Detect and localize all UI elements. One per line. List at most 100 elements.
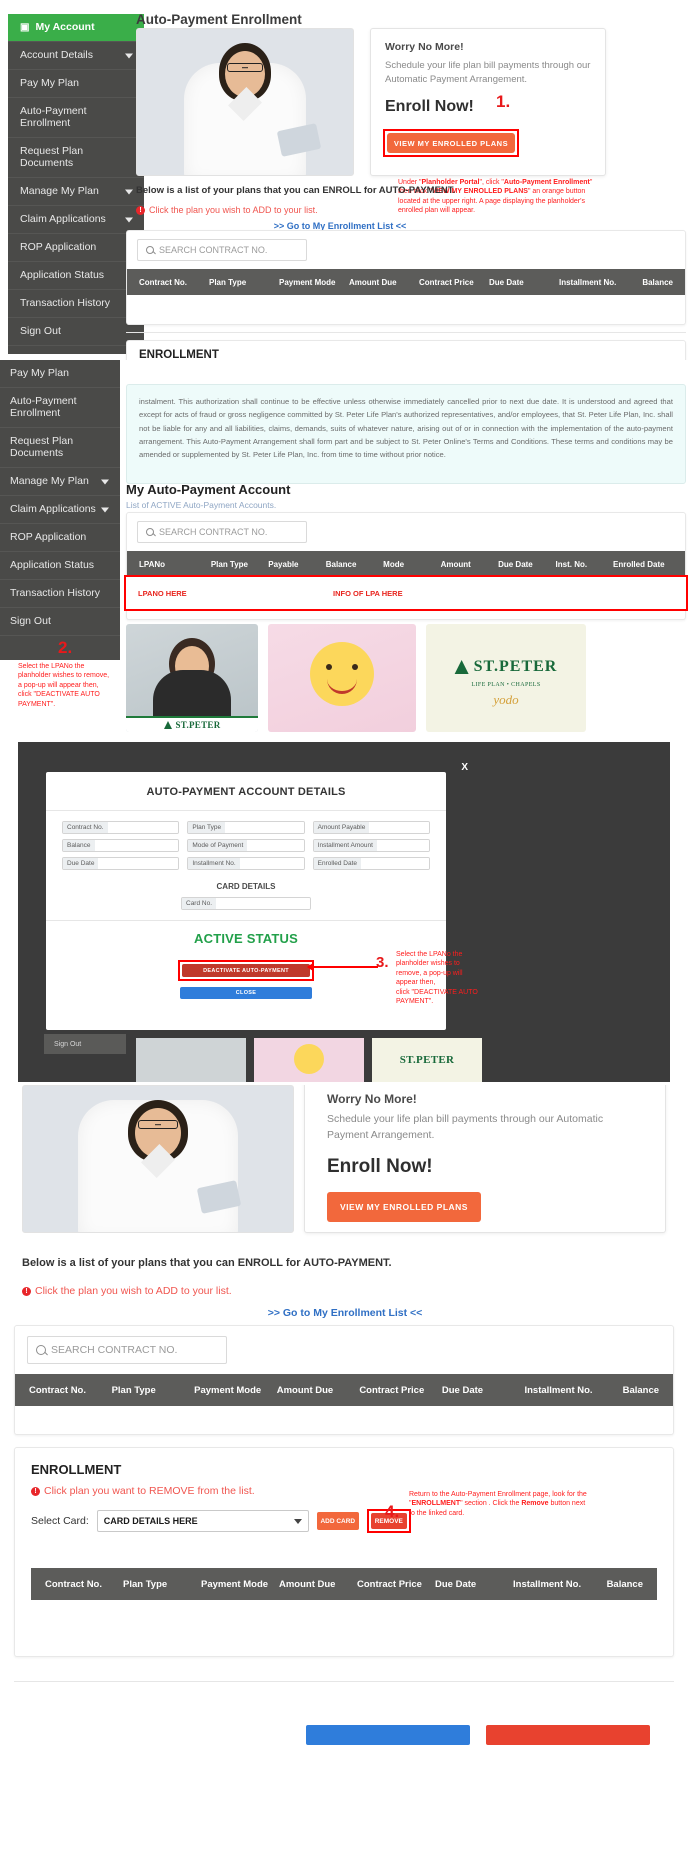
add-card-button[interactable]: ADD CARD [316,1512,359,1530]
sidebar-item-auto-payment-enrollment[interactable]: Auto-Payment Enrollment [8,98,144,138]
modal-close-x[interactable]: X [461,762,468,773]
card-select-dropdown[interactable]: CARD DETAILS HERE [96,1510,309,1532]
col-payment-mode: Payment Mode [279,277,336,287]
col-payment-mode: Payment Mode [194,1384,262,1396]
col-balance: Balance [642,277,673,287]
select-card-label: Select Card: [31,1515,89,1527]
deactivate-auto-payment-button[interactable]: DEACTIVATE AUTO-PAYMENT [182,964,310,977]
promo-cta-heading: Enroll Now! [385,97,474,115]
col-balance: Balance [325,559,357,569]
legal-terms-text: instalment. This authorization shall con… [126,384,686,484]
page-title: Auto-Payment Enrollment [136,12,302,27]
field-enrolled-date[interactable]: Enrolled Date [312,857,430,870]
sidebar-item-pay-my-plan[interactable]: Pay My Plan [8,70,144,98]
promo-body: Schedule your life plan bill payments th… [385,60,591,86]
sidebar-item-manage-my-plan[interactable]: Manage My Plan [8,178,144,206]
promo-card-bottom: Worry No More! Schedule your life plan b… [304,1085,666,1233]
field-installment-amount[interactable]: Installment Amount [312,839,430,852]
sidebar-item-label: Application Status [20,269,105,282]
search-contract-input[interactable]: SEARCH CONTRACT NO. [137,239,307,261]
hero-image [136,28,354,176]
sidebar-item-label: Sign Out [20,325,61,338]
callout-3-text: Select the LPANo the planholder wishes t… [396,951,478,1006]
field-card-no[interactable]: Card No. [181,897,311,910]
sidebar-partial: Pay My Plan Auto-Payment Enrollment Reque… [0,360,120,660]
field-mode-of-payment[interactable]: Mode of Payment [187,839,305,852]
field-plan-type[interactable]: Plan Type [187,821,305,834]
chevron-down-icon [125,217,133,222]
sidebar-item-claim-applications[interactable]: Claim Applications [8,206,144,234]
screenshot-section-modal: X AUTO-PAYMENT ACCOUNT DETAILS Contract … [18,742,670,1082]
view-my-enrolled-plans-button[interactable]: VIEW MY ENROLLED PLANS [327,1191,481,1222]
primary-action-button[interactable] [306,1725,470,1745]
callout-1-number: 1. [496,92,511,111]
callout-3-number: 3. [376,954,389,971]
sidebar-item-transaction-history[interactable]: Transaction History [0,580,120,608]
sidebar-item-account-details[interactable]: Account Details [8,42,144,70]
sidebar-item-rop-application[interactable]: ROP Application [0,524,120,552]
go-to-enrollment-list-link[interactable]: >> Go to My Enrollment List << [190,1307,500,1319]
screenshot-section-middle: Pay My Plan Auto-Payment Enrollment Reque… [0,360,688,742]
sidebar-item-request-plan-documents[interactable]: Request Plan Documents [0,428,120,468]
col-balance: Balance [622,1384,660,1396]
close-modal-button[interactable]: CLOSE [180,987,312,999]
callout-4-text: Return to the Auto-Payment Enrollment pa… [409,1491,587,1517]
sidebar-item-application-status[interactable]: Application Status [0,552,120,580]
my-account-title: My Auto-Payment Account [126,482,291,497]
promo-heading: Worry No More! [385,41,464,53]
screenshot-section-bottom: Worry No More! Schedule your life plan b… [0,1085,688,1862]
sidebar-item-pay-my-plan[interactable]: Pay My Plan [0,360,120,388]
secondary-action-button[interactable] [486,1725,650,1745]
col-payment-mode: Payment Mode [201,1578,269,1590]
sidebar-item-rop-application[interactable]: ROP Application [8,234,144,262]
field-due-date[interactable]: Due Date [62,857,180,870]
search-contract-input-account[interactable]: SEARCH CONTRACT NO. [137,521,307,543]
sidebar-item-sign-out[interactable]: Sign Out [0,608,120,636]
my-account-table-header: LPANo Plan Type Payable Balance Mode Amo… [127,551,685,577]
lpano-cell: LPANO HERE [138,588,187,598]
field-balance[interactable]: Balance [62,839,180,852]
alert-icon: ! [22,1286,31,1296]
briefcase-icon: ▣ [20,21,30,33]
divider [46,920,446,921]
photo-smiley [268,624,416,732]
enroll-list-table-header: Contract No. Plan Type Payment Mode Amou… [15,1374,673,1406]
view-my-enrolled-plans-button[interactable]: VIEW MY ENROLLED PLANS [387,133,515,153]
col-contract-no: Contract No. [29,1384,86,1396]
chevron-down-icon [125,189,133,194]
sidebar-item-manage-my-plan[interactable]: Manage My Plan [0,468,120,496]
col-contract-price: Contract Price [357,1578,422,1590]
divider [126,332,686,333]
background-signout-button[interactable]: Sign Out [44,1034,126,1054]
sidebar-item-sign-out[interactable]: Sign Out [8,318,144,346]
search-icon [146,528,154,536]
search-placeholder: SEARCH CONTRACT NO. [51,1344,178,1356]
alert-icon: ! [31,1486,40,1496]
sidebar-item-auto-payment-enrollment[interactable]: Auto-Payment Enrollment [0,388,120,428]
sidebar-item-label: Transaction History [10,587,101,600]
sidebar-item-label: Auto-Payment Enrollment [20,105,87,130]
highlight-box-lpa-row[interactable]: LPANO HERE INFO OF LPA HERE [124,575,688,611]
brand-name: ST.PETER [399,1054,455,1066]
auto-payment-details-modal: AUTO-PAYMENT ACCOUNT DETAILS Contract No… [46,772,446,1030]
field-contract-no[interactable]: Contract No. [62,821,180,834]
enroll-list-card-bottom: SEARCH CONTRACT NO. Contract No. Plan Ty… [14,1325,674,1435]
sidebar-item-application-status[interactable]: Application Status [8,262,144,290]
brand-name: ST.PETER [473,658,558,675]
sidebar-item-transaction-history[interactable]: Transaction History [8,290,144,318]
enroll-list-table-header: Contract No. Plan Type Payment Mode Amou… [127,269,685,295]
sidebar-item-request-plan-documents[interactable]: Request Plan Documents [8,138,144,178]
field-amount-payable[interactable]: Amount Payable [312,821,430,834]
sidebar-item-label: Pay My Plan [10,367,69,380]
col-mode: Mode [383,559,405,569]
sidebar-item-my-account[interactable]: ▣ My Account [8,14,144,42]
col-amount: Amount [440,559,471,569]
col-installment-no: Installment No. [559,277,617,287]
col-installment-no: Installment No. [524,1384,593,1396]
field-installment-no[interactable]: Installment No. [187,857,305,870]
sidebar-item-label: Request Plan Documents [10,435,74,460]
card-select-value: CARD DETAILS HERE [103,1516,198,1526]
search-contract-input[interactable]: SEARCH CONTRACT NO. [27,1336,227,1364]
photo-brand: ST.PETER LIFE PLAN • CHAPELS yodo [426,624,586,732]
sidebar-item-claim-applications[interactable]: Claim Applications [0,496,120,524]
